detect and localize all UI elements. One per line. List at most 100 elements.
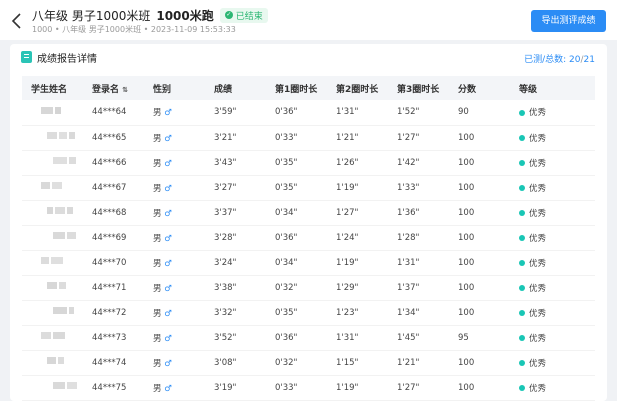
login-cell: 44***65 bbox=[92, 132, 127, 143]
level-cell: 优秀 bbox=[510, 125, 595, 150]
col-lap1: 第1圈时长 bbox=[275, 84, 318, 95]
level-cell: 优秀 bbox=[510, 150, 595, 175]
export-button[interactable]: 导出测评成绩 bbox=[531, 10, 606, 32]
redacted-name bbox=[31, 157, 78, 167]
col-points: 分数 bbox=[458, 84, 477, 95]
level-label: 优秀 bbox=[529, 233, 547, 244]
level-cell: 优秀 bbox=[510, 175, 595, 200]
level-label: 优秀 bbox=[529, 133, 547, 144]
student-name-cell bbox=[22, 375, 83, 400]
score-cell: 3'19" bbox=[214, 382, 237, 393]
points-cell: 100 bbox=[458, 257, 475, 268]
level-dot-icon bbox=[519, 160, 525, 166]
score-cell: 3'52" bbox=[214, 332, 237, 343]
lap1-cell: 0'36" bbox=[275, 232, 298, 243]
report-icon bbox=[21, 51, 32, 63]
redacted-name bbox=[31, 132, 77, 142]
lap2-cell: 1'21" bbox=[336, 132, 359, 143]
level-label: 优秀 bbox=[529, 358, 547, 369]
score-cell: 3'28" bbox=[214, 232, 237, 243]
level-cell: 优秀 bbox=[510, 300, 595, 325]
status-label: 已结束 bbox=[235, 11, 263, 22]
total-number: 21 bbox=[583, 55, 595, 65]
lap3-cell: 1'21" bbox=[397, 357, 420, 368]
score-cell: 3'08" bbox=[214, 357, 237, 368]
level-label: 优秀 bbox=[529, 258, 547, 269]
lap1-cell: 0'36" bbox=[275, 332, 298, 343]
points-cell: 100 bbox=[458, 157, 475, 168]
lap3-cell: 1'45" bbox=[397, 332, 420, 343]
level-label: 优秀 bbox=[529, 183, 547, 194]
level-label: 优秀 bbox=[529, 208, 547, 219]
lap3-cell: 1'27" bbox=[397, 132, 420, 143]
gender-cell: 男 ♂ bbox=[144, 375, 205, 400]
col-student-name: 学生姓名 bbox=[31, 84, 68, 95]
male-symbol-icon: ♂ bbox=[161, 283, 172, 294]
lap2-cell: 1'23" bbox=[336, 307, 359, 318]
level-cell: 优秀 bbox=[510, 275, 595, 300]
level-dot-icon bbox=[519, 210, 525, 216]
redacted-name bbox=[31, 357, 66, 367]
table-row: 44***65 男 ♂ 3'21" 0'33" 1'21" 1'27" 100 优秀 bbox=[22, 125, 595, 150]
male-symbol-icon: ♂ bbox=[161, 108, 172, 119]
points-cell: 100 bbox=[458, 357, 475, 368]
login-cell: 44***74 bbox=[92, 357, 127, 368]
student-name-cell bbox=[22, 125, 83, 150]
col-score: 成绩 bbox=[214, 84, 233, 95]
gender-cell: 男 ♂ bbox=[144, 250, 205, 275]
col-login[interactable]: 登录名 ⇅ bbox=[83, 76, 144, 100]
score-cell: 3'27" bbox=[214, 182, 237, 193]
lap3-cell: 1'33" bbox=[397, 182, 420, 193]
gender-label: 男 bbox=[153, 158, 162, 169]
lap3-cell: 1'52" bbox=[397, 107, 420, 118]
student-name-cell bbox=[22, 175, 83, 200]
login-cell: 44***68 bbox=[92, 207, 127, 218]
score-cell: 3'43" bbox=[214, 157, 237, 168]
points-cell: 100 bbox=[458, 382, 475, 393]
table-row: 44***69 男 ♂ 3'28" 0'36" 1'24" 1'28" 100 优秀 bbox=[22, 225, 595, 250]
lap1-cell: 0'35" bbox=[275, 157, 298, 168]
student-name-cell bbox=[22, 350, 83, 375]
login-cell: 44***66 bbox=[92, 157, 127, 168]
col-lap3: 第3圈时长 bbox=[397, 84, 440, 95]
lap2-cell: 1'29" bbox=[336, 282, 359, 293]
gender-cell: 男 ♂ bbox=[144, 350, 205, 375]
level-label: 优秀 bbox=[529, 383, 547, 394]
gender-cell: 男 ♂ bbox=[144, 200, 205, 225]
lap3-cell: 1'37" bbox=[397, 282, 420, 293]
redacted-name bbox=[31, 207, 75, 217]
gender-label: 男 bbox=[153, 258, 162, 269]
login-cell: 44***71 bbox=[92, 282, 127, 293]
col-gender: 性别 bbox=[153, 84, 172, 95]
level-dot-icon bbox=[519, 285, 525, 291]
sort-icon[interactable]: ⇅ bbox=[122, 86, 128, 94]
student-name-cell bbox=[22, 225, 83, 250]
table-row: 44***66 男 ♂ 3'43" 0'35" 1'26" 1'42" 100 优秀 bbox=[22, 150, 595, 175]
level-label: 优秀 bbox=[529, 333, 547, 344]
male-symbol-icon: ♂ bbox=[161, 358, 172, 369]
lap1-cell: 0'34" bbox=[275, 257, 298, 268]
points-cell: 100 bbox=[458, 132, 475, 143]
report-card: 成绩报告详情 已测/总数: 20/21 学生姓名 登录名 ⇅ 性别 成绩 第1圈… bbox=[10, 44, 607, 401]
level-dot-icon bbox=[519, 310, 525, 316]
table-row: 44***68 男 ♂ 3'37" 0'34" 1'27" 1'36" 100 优秀 bbox=[22, 200, 595, 225]
count-label: 已测/总数: bbox=[524, 55, 567, 65]
table-row: 44***71 男 ♂ 3'38" 0'32" 1'29" 1'37" 100 优秀 bbox=[22, 275, 595, 300]
gender-cell: 男 ♂ bbox=[144, 225, 205, 250]
points-cell: 100 bbox=[458, 282, 475, 293]
points-cell: 100 bbox=[458, 182, 475, 193]
student-name-cell bbox=[22, 200, 83, 225]
gender-label: 男 bbox=[153, 308, 162, 319]
level-cell: 优秀 bbox=[510, 375, 595, 400]
lap2-cell: 1'19" bbox=[336, 257, 359, 268]
back-arrow-icon[interactable] bbox=[10, 12, 24, 30]
lap3-cell: 1'27" bbox=[397, 382, 420, 393]
login-cell: 44***75 bbox=[92, 382, 127, 393]
table-row: 44***72 男 ♂ 3'32" 0'35" 1'23" 1'34" 100 优秀 bbox=[22, 300, 595, 325]
gender-label: 男 bbox=[153, 283, 162, 294]
level-dot-icon bbox=[519, 235, 525, 241]
lap2-cell: 1'27" bbox=[336, 207, 359, 218]
level-dot-icon bbox=[519, 185, 525, 191]
level-label: 优秀 bbox=[529, 283, 547, 294]
redacted-name bbox=[31, 232, 78, 242]
